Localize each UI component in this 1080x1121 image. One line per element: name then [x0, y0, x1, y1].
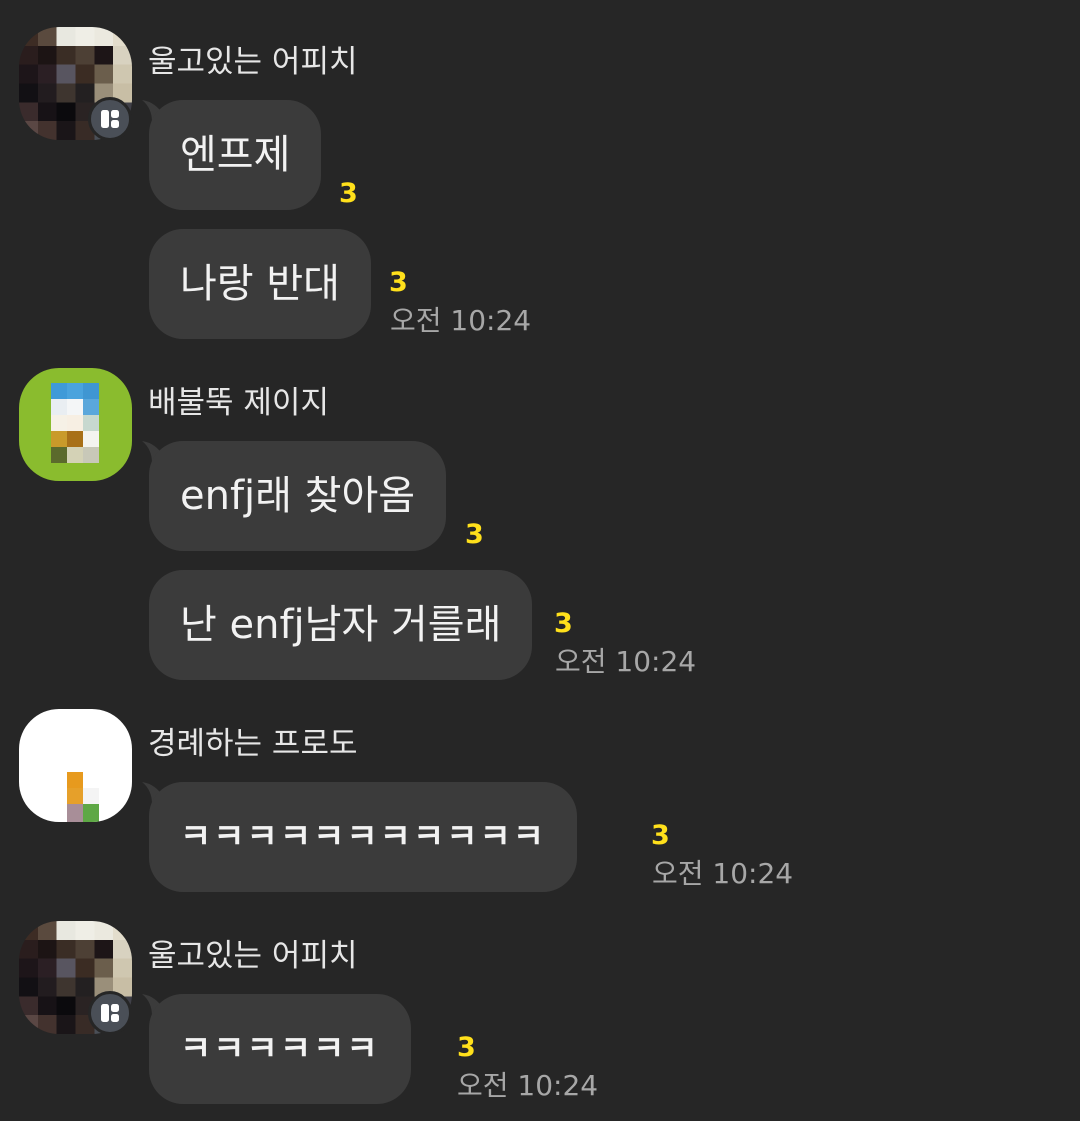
avatar[interactable]	[19, 368, 132, 481]
sender-name: 배불뚝 제이지	[148, 385, 329, 421]
sender-name: 경례하는 프로도	[148, 726, 358, 762]
pixelated-white-avatar-image	[19, 709, 132, 822]
message-bubble[interactable]: 난 enfj남자 거를래	[149, 570, 533, 680]
message-bubble[interactable]: 엔프제	[149, 100, 322, 210]
message-bubble[interactable]: ㅋㅋㅋㅋㅋㅋ	[149, 994, 411, 1104]
message-time: 오전 10:24	[390, 304, 532, 337]
message-bubble[interactable]: enfj래 찾아옴	[149, 441, 447, 551]
message-bubble[interactable]: 나랑 반대	[149, 229, 371, 339]
unread-count: 3	[465, 519, 484, 550]
sender-name: 울고있는 어피치	[148, 44, 358, 80]
message-bubble[interactable]: ㅋㅋㅋㅋㅋㅋㅋㅋㅋㅋㅋ	[149, 782, 578, 892]
unread-count: 3	[457, 1032, 476, 1063]
open-profile-badge-icon	[88, 991, 132, 1035]
unread-count: 3	[339, 178, 358, 209]
avatar[interactable]	[19, 709, 132, 822]
unread-count: 3	[651, 820, 670, 851]
unread-count: 3	[554, 608, 573, 639]
unread-count: 3	[389, 267, 408, 298]
message-time: 오전 10:24	[555, 645, 697, 678]
message-time: 오전 10:24	[652, 857, 794, 890]
message-time: 오전 10:24	[457, 1069, 599, 1102]
open-profile-badge-icon	[88, 97, 132, 141]
pixelated-green-avatar-image	[19, 368, 132, 481]
sender-name: 울고있는 어피치	[148, 938, 358, 974]
